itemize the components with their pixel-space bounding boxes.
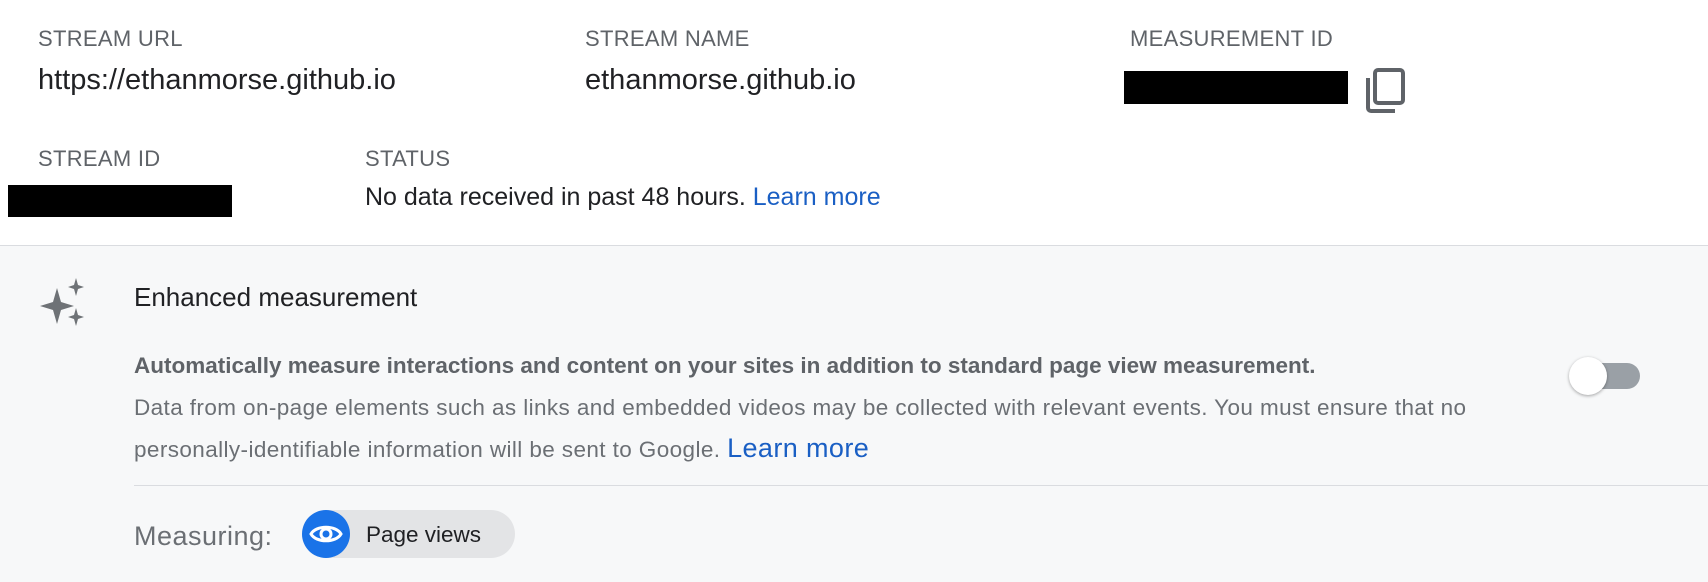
toggle-knob [1569, 357, 1607, 395]
stream-url-value: https://ethanmorse.github.io [38, 64, 396, 96]
enhanced-measurement-description: Data from on-page elements such as links… [134, 388, 1574, 470]
copy-icon [1366, 68, 1405, 113]
enhanced-measurement-panel: Enhanced measurement Automatically measu… [0, 246, 1708, 582]
enhanced-measurement-title: Enhanced measurement [134, 282, 418, 312]
status-text: No data received in past 48 hours. [365, 183, 746, 211]
page-views-chip[interactable]: Page views [302, 510, 515, 558]
enhanced-measurement-summary: Automatically measure interactions and c… [134, 353, 1316, 378]
eye-icon [302, 510, 350, 558]
measurement-id-label: MEASUREMENT ID [1130, 26, 1334, 51]
sparkle-icon [40, 278, 84, 326]
stream-id-label: STREAM ID [38, 146, 161, 171]
status-learn-more-link[interactable]: Learn more [753, 183, 881, 211]
stream-name-label: STREAM NAME [585, 26, 750, 51]
status-label: STATUS [365, 146, 451, 171]
measurement-id-redacted [1124, 71, 1348, 104]
page-views-label: Page views [366, 522, 482, 547]
stream-details-panel: STREAM URL https://ethanmorse.github.io … [0, 0, 1708, 246]
stream-url-label: STREAM URL [38, 26, 183, 51]
measuring-label: Measuring: [134, 521, 273, 551]
stream-id-redacted [8, 185, 232, 217]
copy-measurement-id-button[interactable] [1364, 66, 1408, 114]
divider [134, 485, 1708, 486]
status-message: No data received in past 48 hours. Learn… [365, 183, 881, 212]
enhanced-measurement-toggle[interactable] [1568, 356, 1642, 395]
stream-name-value: ethanmorse.github.io [585, 64, 856, 96]
enhanced-measurement-learn-more-link[interactable]: Learn more [727, 433, 869, 463]
